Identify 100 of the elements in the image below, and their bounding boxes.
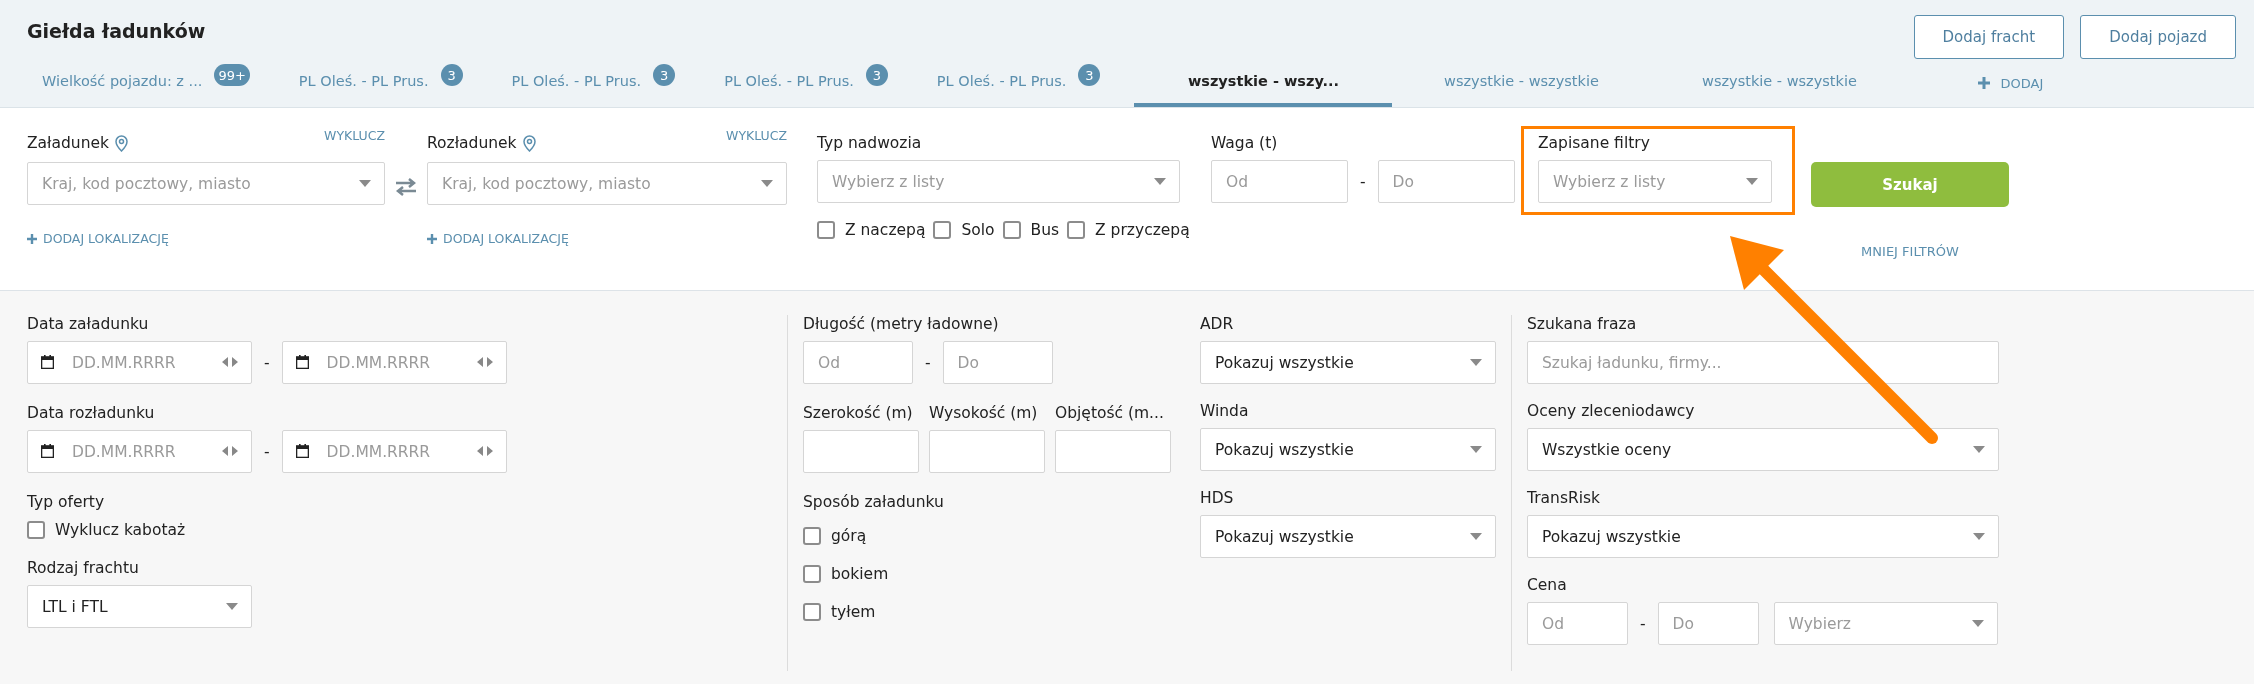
range-separator: - <box>264 353 270 372</box>
field-label: Winda <box>1200 402 1250 420</box>
tab-label: PL Oleś. - PL Prus. <box>936 73 1067 89</box>
checkbox[interactable] <box>1067 221 1086 239</box>
input-field[interactable]: Do <box>1377 160 1515 203</box>
tab-label: wszystkie - wszystkie <box>1702 73 1857 89</box>
tab[interactable]: PL Oleś. - PL Prus. 3 <box>283 55 497 107</box>
tab[interactable]: Wielkość pojazdu: z ... 99+ <box>27 55 284 107</box>
dropdown-field[interactable]: Kraj, kod pocztowy, miasto <box>27 162 385 205</box>
field-label: Typ oferty <box>27 493 106 511</box>
swap-arrows-icon <box>394 178 418 196</box>
exclude-link[interactable]: WYKLUCZ <box>324 128 385 143</box>
dropdown-field[interactable]: Wybierz <box>1773 602 1998 645</box>
input-field[interactable]: Do <box>1657 602 1759 645</box>
dropdown-field[interactable]: Wybierz z listy <box>817 160 1180 203</box>
field-label: Załadunek <box>27 134 110 152</box>
range-separator: - <box>1360 172 1366 191</box>
dropdown-field[interactable]: Pokazuj wszystkie <box>1527 515 1999 558</box>
fewer-filters-link[interactable]: MNIEJ FILTRÓW <box>1861 244 1959 259</box>
header-button[interactable]: Dodaj fracht <box>1913 15 2065 59</box>
add-location-link[interactable]: DODAJ LOKALIZACJĘ <box>27 231 385 246</box>
header-button[interactable]: Dodaj pojazd <box>2080 15 2236 59</box>
input-field[interactable] <box>929 430 1045 473</box>
caret-icon <box>761 180 773 187</box>
dropdown-field[interactable]: Pokazuj wszystkie <box>1200 341 1496 384</box>
input-field[interactable] <box>803 430 919 473</box>
caret-icon <box>1971 620 1984 627</box>
dropdown-field[interactable]: Pokazuj wszystkie <box>1200 515 1496 558</box>
tab-label: Wielkość pojazdu: z ... <box>42 73 203 89</box>
field-label: Sposób załadunku <box>803 493 945 511</box>
input-field[interactable]: Od <box>803 341 913 384</box>
input-field[interactable] <box>1055 430 1171 473</box>
date-field[interactable]: DD.MM.RRRR <box>27 430 252 473</box>
date-field[interactable]: DD.MM.RRRR <box>27 341 252 384</box>
checkbox[interactable] <box>817 221 835 239</box>
field-label: Waga (t) <box>1211 134 1279 152</box>
stepper-arrows-icon <box>476 446 493 456</box>
count-badge: 3 <box>653 64 676 86</box>
tab[interactable]: wszystkie - wszystkie <box>1650 55 1909 107</box>
stepper-arrows-icon <box>476 357 493 367</box>
caret-icon <box>1470 446 1482 453</box>
field-label: Oceny zleceniodawcy <box>1527 402 1696 420</box>
date-field[interactable]: DD.MM.RRRR <box>281 341 507 384</box>
caret-icon <box>1973 446 1985 453</box>
checkbox-label: Z przyczepą <box>1095 221 1190 239</box>
checkbox[interactable] <box>803 603 821 621</box>
field-label: Wysokość (m) <box>929 404 1039 422</box>
tab-label: PL Oleś. - PL Prus. <box>724 73 854 89</box>
field-label: HDS <box>1200 489 1235 507</box>
add-location-link[interactable]: DODAJ LOKALIZACJĘ <box>427 231 787 246</box>
field-label: Rodzaj frachtu <box>27 559 140 577</box>
dropdown-field[interactable]: LTL i FTL <box>27 585 252 628</box>
input-field[interactable]: Do <box>942 341 1053 384</box>
date-field[interactable]: DD.MM.RRRR <box>281 430 507 473</box>
checkbox-label: Z naczepą <box>845 221 926 239</box>
dropdown-field[interactable]: Pokazuj wszystkie <box>1200 428 1496 471</box>
dropdown-field[interactable]: Wybierz z listy <box>1538 160 1772 203</box>
field-label: Cena <box>1527 576 1568 594</box>
count-badge: 3 <box>1078 64 1101 86</box>
input-field[interactable]: Szukaj ładunku, firmy... <box>1527 341 1999 384</box>
field-label: Długość (metry ładowne) <box>803 315 1000 333</box>
field-label: Typ nadwozia <box>817 134 923 152</box>
tab[interactable]: wszystkie - wszystkie <box>1392 55 1651 107</box>
checkbox[interactable] <box>803 527 821 545</box>
tab-label: PL Oleś. - PL Prus. <box>298 73 429 89</box>
tab[interactable]: PL Oleś. - PL Prus. 3 <box>709 55 922 107</box>
caret-icon <box>226 603 238 610</box>
tab-label: wszystkie - wszy... <box>1187 73 1340 89</box>
field-label: ADR <box>1200 315 1235 333</box>
tab[interactable]: PL Oleś. - PL Prus. 3 <box>921 55 1135 107</box>
plus-icon <box>27 233 37 244</box>
tab-label: wszystkie - wszystkie <box>1444 73 1599 89</box>
page-title: Giełda ładunków <box>27 20 206 42</box>
field-label: Data załadunku <box>27 315 150 333</box>
range-separator: - <box>1640 614 1646 633</box>
checkbox[interactable] <box>1002 221 1021 239</box>
input-field[interactable]: Od <box>1527 602 1628 645</box>
checkbox[interactable] <box>933 221 952 239</box>
caret-icon <box>1746 178 1758 185</box>
dropdown-field[interactable]: Wszystkie oceny <box>1527 428 1999 471</box>
field-label: Data rozładunku <box>27 404 156 422</box>
field-label: Rozładunek <box>427 134 517 152</box>
field-label: Zapisane filtry <box>1538 134 1651 152</box>
plus-icon <box>1978 77 1991 89</box>
checkbox-label: bokiem <box>831 565 889 583</box>
tab[interactable]: PL Oleś. - PL Prus. 3 <box>496 55 710 107</box>
stepper-arrows-icon <box>222 446 238 456</box>
field-label: Szerokość (m) <box>803 404 914 422</box>
checkbox-label: Solo <box>961 221 995 239</box>
input-field[interactable]: Od <box>1211 160 1348 203</box>
count-badge: 3 <box>865 64 888 86</box>
checkbox-label: tyłem <box>831 603 876 621</box>
search-button[interactable]: Szukaj <box>1811 162 2009 207</box>
checkbox[interactable] <box>27 521 45 539</box>
exclude-link[interactable]: WYKLUCZ <box>726 128 787 143</box>
dropdown-field[interactable]: Kraj, kod pocztowy, miasto <box>427 162 787 205</box>
checkbox[interactable] <box>803 565 821 583</box>
field-label: Objętość (m... <box>1055 404 1165 422</box>
plus-icon <box>427 233 437 244</box>
location-pin-icon <box>115 134 129 152</box>
